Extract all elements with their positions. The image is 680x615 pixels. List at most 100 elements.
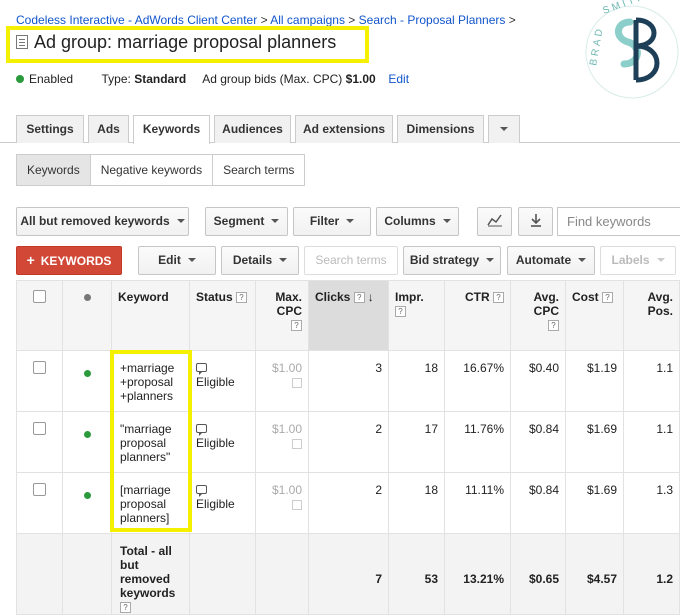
help-icon[interactable]: ? <box>548 320 559 331</box>
more-tabs-button[interactable] <box>488 115 520 143</box>
row-checkbox[interactable] <box>33 483 46 496</box>
clicks-cell: 2 <box>308 411 389 473</box>
automate-label: Automate <box>515 253 572 267</box>
max-cpc-cell[interactable]: $1.00 <box>255 350 309 412</box>
breadcrumb-campaigns[interactable]: All campaigns <box>270 13 345 27</box>
avg-cpc-cell: $0.84 <box>510 411 566 473</box>
chevron-down-icon <box>271 219 280 223</box>
header-status[interactable]: Status ? <box>189 280 256 351</box>
keyword-subtabs: Keywords Negative keywords Search terms <box>16 154 306 186</box>
add-keywords-button[interactable]: + KEYWORDS <box>16 246 122 275</box>
filter-dropdown[interactable]: Filter <box>293 207 371 236</box>
chevron-down-icon <box>656 258 665 262</box>
header-avg-cpc[interactable]: Avg. CPC? <box>510 280 566 351</box>
columns-dropdown[interactable]: Columns <box>376 207 459 236</box>
chart-toggle-button[interactable] <box>477 207 512 236</box>
tab-keywords[interactable]: Keywords <box>133 115 210 144</box>
help-icon[interactable]: ? <box>291 320 302 331</box>
ctr-cell: 16.67% <box>444 350 511 412</box>
max-cpc-cell[interactable]: $1.00 <box>255 472 309 534</box>
speech-bubble-icon[interactable] <box>196 485 207 497</box>
total-label: Total - all but removed keywords? <box>111 533 190 615</box>
help-icon[interactable]: ? <box>236 292 248 303</box>
help-icon[interactable]: ? <box>353 292 365 303</box>
edit-label: Edit <box>158 253 181 267</box>
help-icon[interactable]: ? <box>602 292 614 303</box>
help-icon[interactable]: ? <box>120 602 131 613</box>
select-all-checkbox[interactable] <box>33 290 46 303</box>
speech-bubble-icon[interactable] <box>196 363 207 375</box>
ctr-cell: 11.76% <box>444 411 511 473</box>
logo-text-right: SMITH <box>601 0 648 17</box>
impr-cell: 18 <box>388 350 445 412</box>
row-checkbox[interactable] <box>33 361 46 374</box>
keyword-cell[interactable]: +marriage +proposal +planners <box>111 350 190 412</box>
subtab-negative-keywords[interactable]: Negative keywords <box>90 155 214 185</box>
view-filter-dropdown[interactable]: All but removed keywords <box>16 207 189 236</box>
breadcrumb-account[interactable]: Codeless Interactive - AdWords Client Ce… <box>16 13 257 27</box>
table-row: [marriage proposal planners] Eligible $1.0… <box>16 472 680 534</box>
row-checkbox[interactable] <box>33 422 46 435</box>
chevron-down-icon <box>279 258 288 262</box>
brad-smith-logo: BRAD SMITH <box>585 0 679 99</box>
breadcrumb-campaign[interactable]: Search - Proposal Planners <box>359 13 506 27</box>
header-clicks[interactable]: Clicks ? ↓ <box>308 280 389 351</box>
labels-dropdown[interactable]: Labels <box>600 246 676 275</box>
header-impr[interactable]: Impr. ? <box>388 280 445 351</box>
total-impr: 53 <box>388 533 445 615</box>
bid-checkbox-icon <box>292 439 302 449</box>
total-row: Total - all but removed keywords? 7 53 13.2… <box>16 533 680 615</box>
segment-dropdown[interactable]: Segment <box>205 207 288 236</box>
document-icon <box>16 35 28 49</box>
labels-label: Labels <box>611 253 650 267</box>
details-dropdown[interactable]: Details <box>221 246 299 275</box>
avg-pos-cell: 1.3 <box>623 472 680 534</box>
avg-pos-cell: 1.1 <box>623 411 680 473</box>
edit-dropdown[interactable]: Edit <box>138 246 216 275</box>
automate-dropdown[interactable]: Automate <box>507 246 595 275</box>
keyword-cell[interactable]: [marriage proposal planners] <box>111 472 190 534</box>
ad-group-name: marriage proposal planners <box>117 32 337 52</box>
header-max-cpc[interactable]: Max. CPC? <box>255 280 309 351</box>
header-avg-pos[interactable]: Avg. Pos. <box>623 280 680 351</box>
tab-dimensions[interactable]: Dimensions <box>397 115 484 143</box>
status-cell: Eligible <box>189 472 256 534</box>
title-prefix: Ad group: <box>34 32 113 52</box>
avg-cpc-cell: $0.40 <box>510 350 566 412</box>
filter-label: Filter <box>309 214 340 228</box>
total-ctr: 13.21% <box>444 533 511 615</box>
bid-strategy-dropdown[interactable]: Bid strategy <box>403 246 501 275</box>
search-terms-button[interactable]: Search terms <box>304 246 398 275</box>
enabled-status-icon <box>83 431 91 438</box>
header-ctr[interactable]: CTR ? <box>444 280 511 351</box>
download-icon <box>530 214 541 227</box>
subtab-keywords[interactable]: Keywords <box>17 155 91 185</box>
details-label: Details <box>232 253 273 267</box>
impr-cell: 18 <box>388 472 445 534</box>
status-dot-header-icon <box>83 294 91 301</box>
subtab-search-terms[interactable]: Search terms <box>213 155 305 185</box>
total-clicks: 7 <box>308 533 389 615</box>
bid-strategy-label: Bid strategy <box>409 253 480 267</box>
search-terms-label: Search terms <box>315 253 387 267</box>
edit-bid-link[interactable]: Edit <box>388 72 409 86</box>
find-keywords-input[interactable] <box>558 208 680 235</box>
plus-icon: + <box>26 252 35 268</box>
max-cpc-cell[interactable]: $1.00 <box>255 411 309 473</box>
segment-label: Segment <box>213 214 265 228</box>
keyword-cell[interactable]: "marriage proposal planners" <box>111 411 190 473</box>
download-button[interactable] <box>518 207 553 236</box>
help-icon[interactable]: ? <box>395 306 406 317</box>
avg-cpc-cell: $0.84 <box>510 472 566 534</box>
speech-bubble-icon[interactable] <box>196 424 207 436</box>
tab-ad-extensions[interactable]: Ad extensions <box>295 115 393 143</box>
tab-settings[interactable]: Settings <box>16 115 84 143</box>
help-icon[interactable]: ? <box>493 292 504 303</box>
impr-cell: 17 <box>388 411 445 473</box>
header-cost[interactable]: Cost ? <box>565 280 624 351</box>
status-cell: Eligible <box>189 350 256 412</box>
status-text: Enabled <box>29 72 74 86</box>
tab-ads[interactable]: Ads <box>88 115 129 143</box>
header-keyword[interactable]: Keyword <box>111 280 190 351</box>
tab-audiences[interactable]: Audiences <box>214 115 291 143</box>
